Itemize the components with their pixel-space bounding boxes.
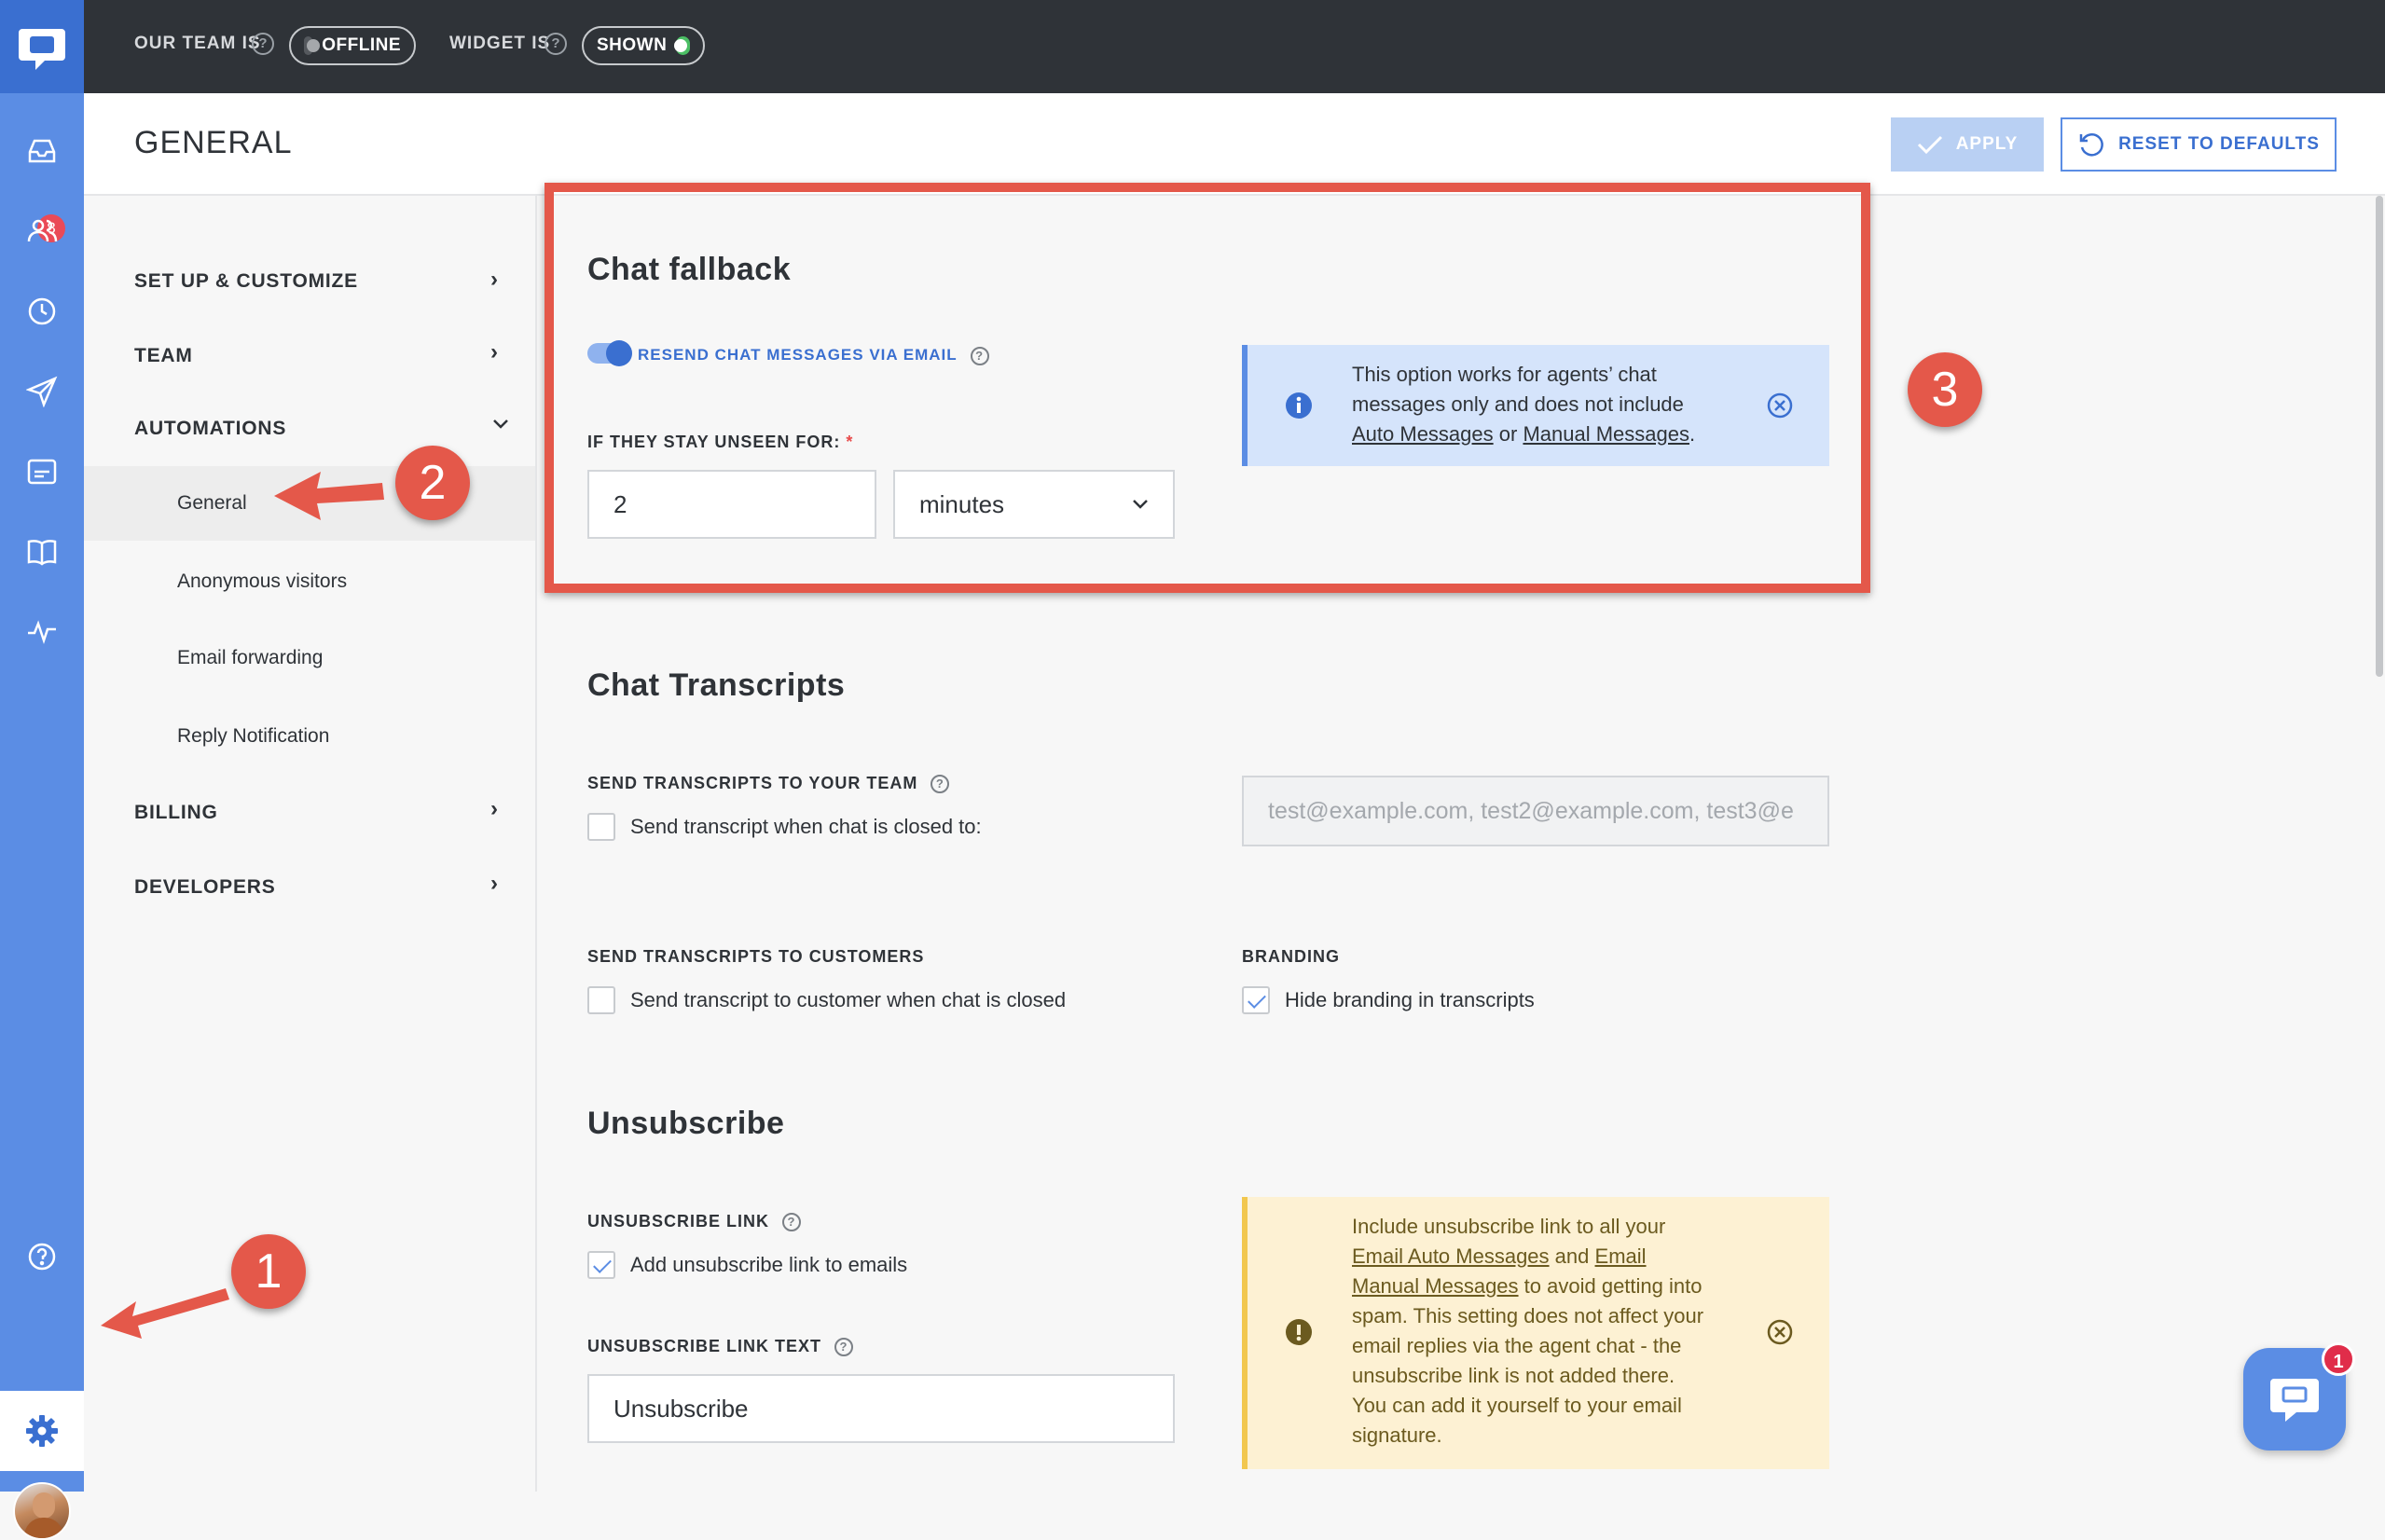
chevron-right-icon: › [490,796,498,821]
page-title: GENERAL [134,125,293,160]
widget-icon[interactable] [23,453,61,490]
team-help-icon[interactable]: ? [252,33,274,55]
gear-icon [26,1415,58,1447]
unsubscribe-warning-box: Include unsubscribe link to all your Ema… [1242,1197,1829,1469]
top-bar: OUR TEAM IS ? OFFLINE WIDGET IS ? SHOWN [0,0,2385,93]
annotation-highlight-box [545,183,1870,593]
avatar[interactable] [13,1482,71,1540]
chevron-down-icon [492,410,509,436]
customer-transcript-checkbox-label: Send transcript to customer when chat is… [630,988,1067,1011]
email-auto-messages-link[interactable]: Email Auto Messages [1352,1244,1550,1268]
warn-line-5: unsubscribe link is not added there. [1352,1364,1675,1387]
team-status-toggle[interactable]: OFFLINE [289,26,416,65]
warning-text: Include unsubscribe link to all your Ema… [1352,1212,1762,1451]
nav-setup-customize[interactable]: SET UP & CUSTOMIZE [134,270,358,293]
toggle-knob [674,36,690,55]
chevron-right-icon: › [490,267,498,292]
unsubscribe-link-label: UNSUBSCRIBE LINK? [587,1212,802,1232]
warn-and: and [1554,1244,1590,1268]
send-transcripts-customers-label: SEND TRANSCRIPTS TO CUSTOMERS [587,947,925,966]
reset-to-defaults-button[interactable]: RESET TO DEFAULTS [2061,117,2337,172]
scrollbar[interactable] [2372,196,2385,1492]
team-transcript-checkbox-label: Send transcript when chat is closed to: [630,815,982,838]
chevron-right-icon: › [490,871,498,896]
widget-help-icon[interactable]: ? [545,33,567,55]
add-unsubscribe-link-label: Add unsubscribe link to emails [630,1253,908,1276]
unsubscribe-title: Unsubscribe [587,1106,785,1141]
left-rail: 8 [0,93,84,1540]
warn-line-1: Include unsubscribe link to all your [1352,1215,1666,1238]
unsubscribe-link-text-value: Unsubscribe [613,1394,749,1423]
widget-status-label: WIDGET IS [449,34,551,53]
annotation-arrow-1 [101,1288,229,1339]
pulse-icon[interactable] [23,613,61,651]
check-icon [1917,135,1942,155]
reset-icon [2079,133,2103,157]
send-transcripts-team-text: SEND TRANSCRIPTS TO YOUR TEAM [587,774,918,792]
inbox-icon[interactable] [23,132,61,170]
clock-icon[interactable] [23,293,61,330]
scrollbar-thumb[interactable] [2376,196,2383,677]
team-transcript-emails-input[interactable]: test@example.com, test2@example.com, tes… [1242,776,1829,846]
nav-team[interactable]: TEAM [134,345,193,367]
logo-icon [19,29,65,70]
unsubscribe-link-help-icon[interactable]: ? [782,1213,802,1232]
widget-status-value: SHOWN [597,35,668,55]
help-icon[interactable] [23,1238,61,1275]
add-unsubscribe-link-checkbox[interactable] [587,1251,615,1279]
team-transcript-checkbox[interactable] [587,813,615,841]
sub-item-general[interactable]: General [177,492,247,515]
toggle-knob [304,36,321,55]
close-icon[interactable] [1766,1318,1794,1346]
chat-icon [2270,1379,2319,1422]
annotation-arrow-2 [274,472,384,520]
email-manual-messages-link-b[interactable]: Manual Messages [1352,1274,1519,1298]
branding-label: BRANDING [1242,947,1340,966]
team-status-label: OUR TEAM IS [134,34,261,53]
warn-line-3: spam. This setting does not affect your [1352,1304,1704,1327]
chat-unread-badge: 1 [2322,1342,2355,1376]
nav-automations[interactable]: AUTOMATIONS [134,418,286,440]
warn-line-7: signature. [1352,1423,1442,1447]
annotation-step-3: 3 [1908,352,1982,427]
app-logo[interactable] [0,0,84,93]
sub-item-reply-notification[interactable]: Reply Notification [177,725,329,748]
annotation-step-1: 1 [231,1234,306,1309]
sub-item-email-forwarding[interactable]: Email forwarding [177,647,323,669]
widget-status-toggle[interactable]: SHOWN [582,26,705,65]
warn-line-6: You can add it yourself to your email [1352,1394,1682,1417]
reset-label: RESET TO DEFAULTS [2118,134,2320,154]
unsubscribe-link-text-label-text: UNSUBSCRIBE LINK TEXT [587,1337,822,1355]
warn-line-4: email replies via the agent chat - the [1352,1334,1682,1357]
settings-nav-button[interactable] [0,1391,84,1471]
chat-transcripts-title: Chat Transcripts [587,667,846,703]
nav-developers[interactable]: DEVELOPERS [134,876,276,899]
hide-branding-checkbox-label: Hide branding in transcripts [1285,988,1535,1011]
team-transcripts-help-icon[interactable]: ? [931,775,950,794]
chevron-right-icon: › [490,339,498,364]
unsubscribe-text-help-icon[interactable]: ? [834,1338,854,1357]
apply-button[interactable]: APPLY [1891,117,2044,172]
nav-billing[interactable]: BILLING [134,802,218,824]
send-icon[interactable] [23,373,61,410]
page-header: GENERAL APPLY RESET TO DEFAULTS [84,93,2385,196]
unsubscribe-link-text: UNSUBSCRIBE LINK [587,1212,770,1231]
book-icon[interactable] [23,533,61,571]
team-icon[interactable] [23,213,61,250]
email-manual-messages-link-a[interactable]: Email [1595,1244,1647,1268]
warn-line-2: to avoid getting into [1523,1274,1703,1298]
unsubscribe-link-text-input[interactable]: Unsubscribe [587,1374,1175,1443]
sub-item-anonymous-visitors[interactable]: Anonymous visitors [177,571,347,593]
warning-icon [1286,1319,1312,1345]
apply-label: APPLY [1955,134,2019,154]
team-status-value: OFFLINE [322,35,401,55]
customer-transcript-checkbox[interactable] [587,986,615,1014]
annotation-step-2: 2 [395,446,470,520]
unsubscribe-link-text-label: UNSUBSCRIBE LINK TEXT? [587,1337,854,1357]
team-transcript-emails-placeholder: test@example.com, test2@example.com, tes… [1268,797,1794,824]
send-transcripts-team-label: SEND TRANSCRIPTS TO YOUR TEAM? [587,774,950,794]
hide-branding-checkbox[interactable] [1242,986,1270,1014]
